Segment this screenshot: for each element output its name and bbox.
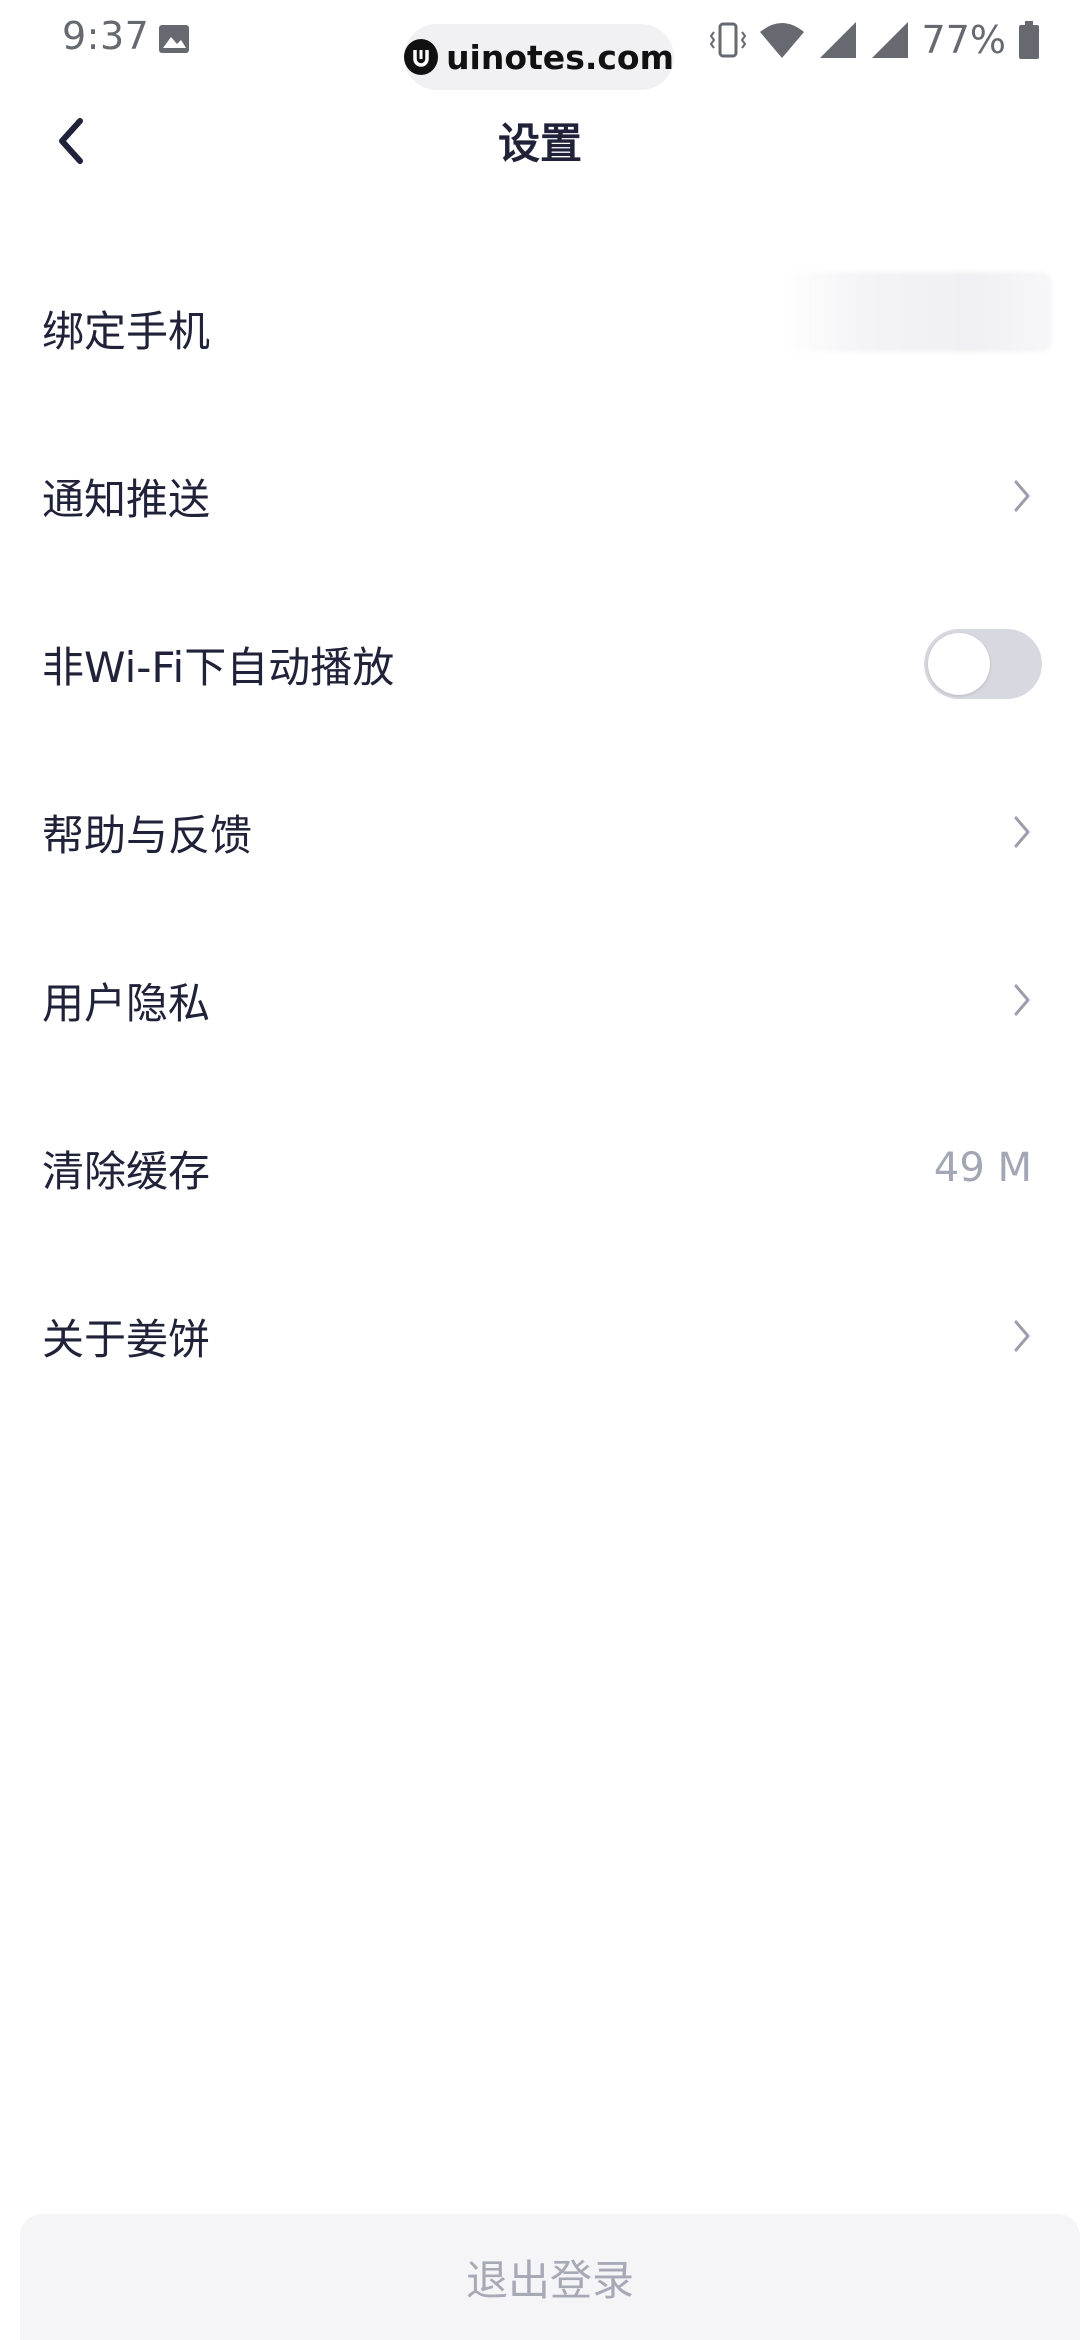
setting-clear-cache[interactable]: 清除缓存 49 M — [0, 1084, 1080, 1252]
page-title: 设置 — [497, 119, 582, 168]
setting-label: 通知推送 — [42, 474, 211, 524]
setting-autoplay: 非Wi-Fi下自动播放 — [0, 580, 1080, 748]
setting-label: 用户隐私 — [42, 978, 211, 1028]
setting-help-feedback[interactable]: 帮助与反馈 — [0, 748, 1080, 916]
signal-icon — [819, 22, 856, 58]
setting-label: 关于姜饼 — [42, 1314, 211, 1364]
watermark-badge: uinotes.com — [404, 24, 674, 90]
autoplay-toggle[interactable] — [924, 629, 1042, 699]
chevron-right-icon — [1014, 816, 1030, 848]
setting-privacy[interactable]: 用户隐私 — [0, 916, 1080, 1084]
status-icons: 77% — [709, 18, 1040, 62]
chevron-right-icon — [1014, 1320, 1030, 1352]
wifi-icon — [759, 23, 804, 58]
cache-size: 49 M — [933, 1145, 1032, 1191]
chevron-right-icon — [1014, 984, 1030, 1016]
signal-icon — [871, 22, 908, 58]
settings-list: 绑定手机 通知推送 非Wi-Fi下自动播放 帮助与反馈 用户隐私 清除缓存 49… — [0, 244, 1080, 1420]
setting-label: 非Wi-Fi下自动播放 — [42, 642, 395, 692]
image-icon — [159, 25, 189, 53]
header: 设置 — [0, 96, 1080, 186]
setting-bind-phone[interactable]: 绑定手机 — [0, 244, 1080, 412]
setting-label: 清除缓存 — [42, 1146, 211, 1196]
chevron-right-icon — [1014, 480, 1030, 512]
status-time: 9:37 — [62, 14, 150, 58]
vibrate-icon — [709, 22, 746, 58]
battery-percent: 77% — [921, 18, 1006, 62]
uinotes-logo-icon — [404, 39, 439, 75]
setting-notifications[interactable]: 通知推送 — [0, 412, 1080, 580]
watermark-text: uinotes.com — [446, 37, 674, 77]
toggle-knob — [928, 633, 990, 695]
battery-icon — [1019, 21, 1039, 59]
settings-screen: 9:37 uinotes.com 77% 设置 绑定手机 通知推送 非Wi-Fi… — [0, 0, 1080, 2340]
phone-number-redacted — [782, 272, 1052, 352]
status-bar: 9:37 uinotes.com 77% — [0, 0, 1080, 90]
setting-label: 帮助与反馈 — [42, 810, 253, 860]
logout-button[interactable]: 退出登录 — [20, 2214, 1080, 2340]
setting-about[interactable]: 关于姜饼 — [0, 1252, 1080, 1420]
